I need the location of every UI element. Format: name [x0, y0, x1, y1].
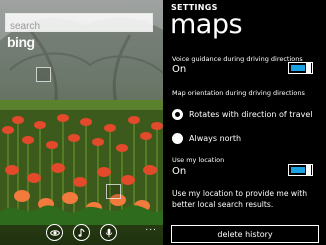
voice-guidance-toggle[interactable]	[288, 62, 313, 74]
delete-history-button[interactable]: delete history	[171, 225, 319, 243]
toggle-fill	[291, 167, 305, 173]
music-note-icon	[77, 227, 85, 237]
flower-field-image	[0, 100, 163, 225]
bing-logo: bing	[7, 34, 35, 50]
app-bar	[0, 220, 163, 245]
voice-search-button[interactable]	[100, 224, 117, 241]
toggle-knob	[306, 62, 311, 74]
image-hotspot[interactable]	[106, 184, 121, 199]
vision-search-button[interactable]	[46, 224, 63, 241]
radio-button-selected[interactable]	[172, 109, 183, 120]
voice-guidance-state: On	[172, 64, 187, 75]
image-hotspot[interactable]	[36, 67, 51, 82]
music-search-button[interactable]	[73, 224, 90, 241]
location-info-text: Use my location to provide me with bette…	[172, 189, 308, 209]
radio-label: Rotates with direction of travel	[189, 110, 313, 119]
use-location-state: On	[172, 166, 187, 177]
radio-button[interactable]	[172, 133, 183, 144]
settings-panel: SETTINGS maps Voice guidance during driv…	[163, 0, 326, 245]
microphone-icon	[105, 228, 112, 237]
use-location-toggle[interactable]	[288, 164, 313, 176]
toggle-knob	[306, 164, 311, 176]
eye-icon	[49, 229, 60, 236]
radio-always-north[interactable]: Always north	[172, 133, 241, 144]
radio-dot	[175, 112, 180, 117]
radio-label: Always north	[189, 134, 242, 143]
search-box[interactable]	[5, 13, 153, 35]
map-orientation-label: Map orientation during driving direction…	[172, 89, 305, 97]
page-title: maps	[170, 9, 243, 40]
bing-home-panel: bing ...	[0, 0, 163, 245]
search-input[interactable]	[6, 18, 152, 35]
radio-rotates-with-travel[interactable]: Rotates with direction of travel	[172, 109, 312, 120]
use-location-label: Use my location	[172, 156, 225, 164]
voice-guidance-label: Voice guidance during driving directions	[172, 55, 303, 63]
toggle-fill	[291, 65, 305, 71]
more-options-button[interactable]: ...	[145, 224, 157, 233]
